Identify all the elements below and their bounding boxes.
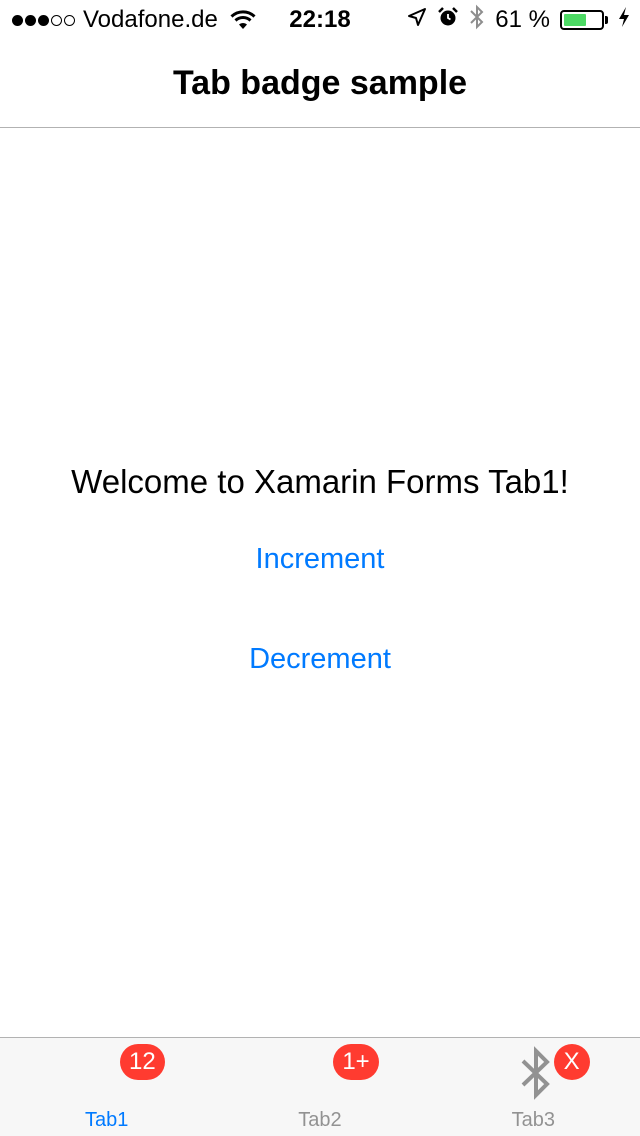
signal-dot <box>51 14 62 26</box>
bluetooth-icon <box>469 4 485 37</box>
battery-nub <box>605 16 608 24</box>
carrier-name: Vodafone.de <box>83 6 218 33</box>
wifi-icon <box>230 10 256 30</box>
tab-badge: X <box>553 1044 590 1080</box>
tab-label: Tab3 <box>511 1109 555 1131</box>
tab-bar: 12 Tab1 1+ Tab2 X Tab3 <box>0 1037 640 1136</box>
tab-badge: 1+ <box>333 1044 379 1080</box>
signal-strength-icon <box>12 14 75 26</box>
page-title: Tab badge sample <box>172 64 468 102</box>
tab-label: Tab2 <box>298 1109 342 1131</box>
battery-percent: 61 % <box>495 6 550 33</box>
navigation-bar: Tab badge sample <box>0 40 640 128</box>
signal-dot <box>64 14 75 26</box>
status-right: 61 % <box>407 0 630 40</box>
tab-tab1[interactable]: 12 Tab1 <box>0 1038 213 1136</box>
battery-body <box>560 10 604 30</box>
tab-tab2[interactable]: 1+ Tab2 <box>213 1038 426 1136</box>
alarm-icon <box>437 6 459 35</box>
charging-icon <box>618 6 630 35</box>
main-content: Welcome to Xamarin Forms Tab1! Increment… <box>0 129 640 1036</box>
bluetooth-icon <box>519 1046 553 1105</box>
status-bar: Vodafone.de 22:18 61 % <box>0 0 640 40</box>
signal-dot <box>12 14 23 26</box>
app-screen: Vodafone.de 22:18 61 % Tab badge sample … <box>0 0 640 1136</box>
battery-icon <box>560 10 608 30</box>
tab-tab3[interactable]: X Tab3 <box>427 1038 640 1136</box>
signal-dot <box>38 14 49 26</box>
status-left: Vodafone.de <box>12 0 256 40</box>
battery-fill <box>564 14 586 26</box>
tab-label: Tab1 <box>84 1109 129 1131</box>
location-icon <box>407 6 427 34</box>
increment-button[interactable]: Increment <box>0 543 640 576</box>
decrement-button[interactable]: Decrement <box>0 643 640 676</box>
tab-badge: 12 <box>120 1044 165 1080</box>
welcome-label: Welcome to Xamarin Forms Tab1! <box>71 463 569 500</box>
signal-dot <box>25 14 36 26</box>
